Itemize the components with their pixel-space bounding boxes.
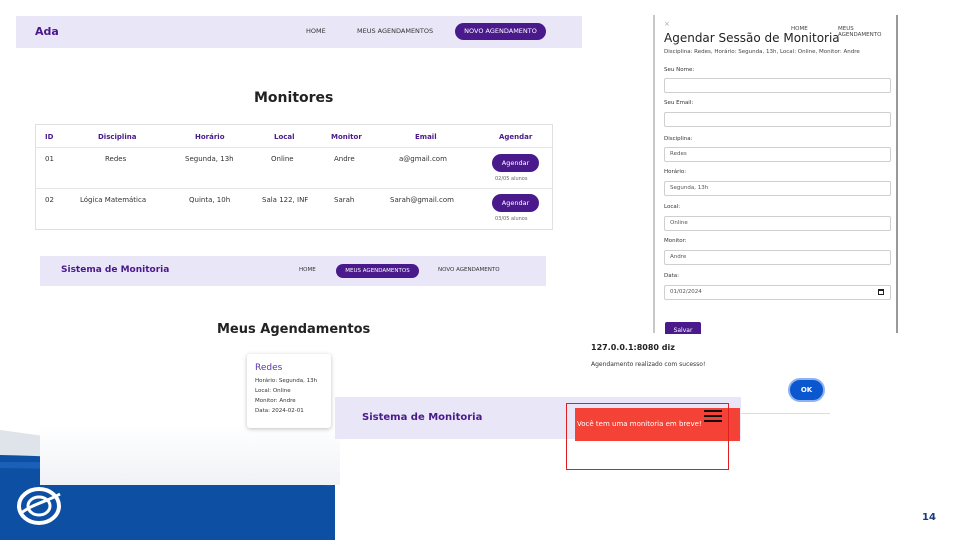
highlight-box [566,403,729,470]
local-input[interactable]: Online [664,216,891,231]
cell-monitor: Sarah [334,196,355,204]
nav-home-link[interactable]: HOME [306,27,326,35]
alert-host: 127.0.0.1:8080 diz [591,343,675,352]
nome-input[interactable] [664,78,891,93]
nav-novo-agendamento-button[interactable]: NOVO AGENDAMENTO [455,23,546,40]
horario-label: Horário: [664,169,687,175]
email-input[interactable] [664,112,891,127]
cell-local: Sala 122, INF [262,196,309,204]
card-horario: Horário: Segunda, 13h [255,378,318,384]
col-header-monitor: Monitor [331,133,362,141]
brand-logo[interactable]: Sistema de Monitoria [362,412,482,423]
monitores-table: ID Disciplina Horário Local Monitor Emai… [35,124,553,230]
col-header-email: Email [415,133,437,141]
col-header-agendar: Agendar [499,133,533,141]
navbar-monitores: Ada HOME MEUS AGENDAMENTOS NOVO AGENDAME… [16,16,582,48]
agendamento-card: Redes Horário: Segunda, 13h Local: Onlin… [247,354,331,428]
date-value: 01/02/2024 [670,289,702,295]
nav-meus-agendamentos-link[interactable]: MEUS AGENDAMENTO [838,26,896,38]
navbar-agendamentos: Sistema de Monitoria HOME MEUS AGENDAMEN… [40,256,546,286]
disciplina-input[interactable]: Redes [664,147,891,162]
form-title: Agendar Sessão de Monitoria [664,31,840,45]
monitor-label: Monitor: [664,238,687,244]
page-title-monitores: Monitores [254,90,334,106]
brand-logo[interactable]: Sistema de Monitoria [61,265,169,275]
cell-id: 01 [45,155,54,163]
calendar-icon[interactable] [878,289,884,295]
page-title-meus-agendamentos: Meus Agendamentos [217,322,371,337]
table-divider [36,147,552,148]
card-title: Redes [255,363,283,373]
cell-local: Online [271,155,294,163]
cell-horario: Segunda, 13h [185,155,234,163]
form-subtitle: Disciplina: Redes, Horário: Segunda, 13h… [664,49,860,55]
col-header-local: Local [274,133,295,141]
company-logo-icon [17,487,61,525]
horario-input[interactable]: Segunda, 13h [664,181,891,196]
card-data: Data: 2024-02-01 [255,408,304,414]
footer-shadow-panel [40,425,340,485]
nav-novo-agendamento-link[interactable]: NOVO AGENDAMENTO [438,267,500,273]
date-input[interactable]: 01/02/2024 [664,285,891,300]
alert-message: Agendamento realizado com sucesso! [591,361,706,368]
cell-disciplina: Lógica Matemática [80,196,147,204]
nav-home-link[interactable]: HOME [299,267,316,273]
nav-meus-agendamentos-button[interactable]: MEUS AGENDAMENTOS [336,264,419,278]
brand-logo[interactable]: Ada [35,25,59,38]
vagas-label: 03/05 alunos [495,216,528,222]
nome-label: Seu Nome: [664,67,695,73]
ok-button[interactable]: OK [788,378,825,402]
monitor-input[interactable]: Andre [664,250,891,265]
email-label: Seu Email: [664,100,694,106]
table-divider [36,188,552,189]
close-icon[interactable]: × [664,20,670,28]
agendar-form-modal: × HOME MEUS AGENDAMENTO Agendar Sessão d… [653,15,898,340]
card-local: Local: Online [255,388,291,394]
agendar-button[interactable]: Agendar [492,154,539,172]
card-monitor: Monitor: Andre [255,398,296,404]
cell-email: a@gmail.com [399,155,447,163]
agendar-button[interactable]: Agendar [492,194,539,212]
col-header-disciplina: Disciplina [98,133,137,141]
nav-meus-agendamentos-link[interactable]: MEUS AGENDAMENTOS [357,27,433,35]
cell-email: Sarah@gmail.com [390,196,454,204]
cell-horario: Quinta, 10h [189,196,231,204]
cell-id: 02 [45,196,54,204]
cell-disciplina: Redes [105,155,127,163]
page-number: 14 [922,512,936,523]
data-label: Data: [664,273,679,279]
vagas-label: 02/05 alunos [495,176,528,182]
col-header-id: ID [45,133,54,141]
disciplina-label: Disciplina: [664,136,693,142]
cell-monitor: Andre [334,155,355,163]
col-header-horario: Horário [195,133,225,141]
local-label: Local: [664,204,681,210]
